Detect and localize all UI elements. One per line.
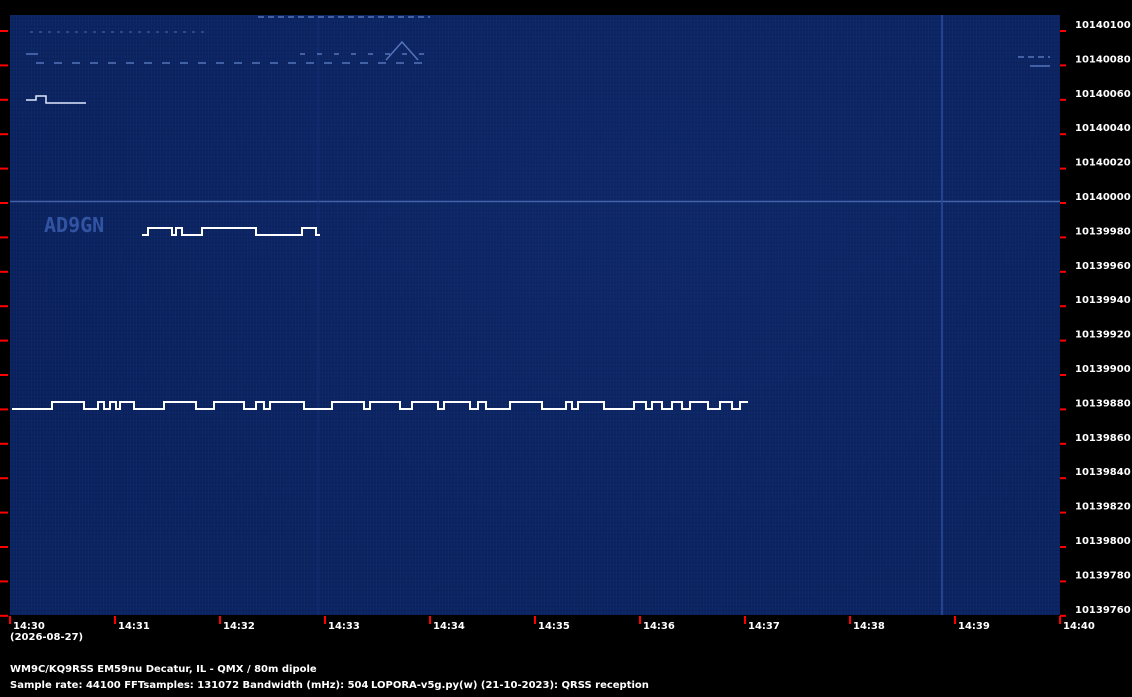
software-line: LOPORA-v5g.py(w) (21-10-2023): QRSS rece… (371, 680, 649, 691)
time-axis: 14:30 14:31 14:32 14:33 14:34 14:35 14:36 14:37… (9, 616, 1095, 632)
freq-label: 10140040 (1075, 123, 1131, 134)
time-label: 14:30 (13, 621, 45, 632)
time-label: 14:36 (643, 621, 675, 632)
freq-label: 10139780 (1075, 570, 1131, 581)
station-line: WM9C/KQ9RSS EM59nu Decatur, IL - QMX / 8… (10, 664, 317, 675)
time-label: 14:32 (223, 621, 255, 632)
freq-label: 10140020 (1075, 158, 1131, 169)
freq-label: 10139980 (1075, 226, 1131, 237)
time-label: 14:38 (853, 621, 885, 632)
upper-left-signal (26, 95, 86, 104)
freq-label: 10140080 (1075, 54, 1131, 65)
freq-label: 10139880 (1075, 398, 1131, 409)
freq-label: 10139920 (1075, 330, 1131, 341)
faint-callsign: AD9GN (44, 213, 104, 237)
time-label: 14:40 (1063, 621, 1095, 632)
freq-label: 10140000 (1075, 192, 1131, 203)
freq-label: 10139840 (1075, 467, 1131, 478)
time-label: 14:35 (538, 621, 570, 632)
time-label: 14:31 (118, 621, 150, 632)
freq-label: 10139900 (1075, 364, 1131, 375)
freq-label: 10139940 (1075, 295, 1131, 306)
time-label: 14:39 (958, 621, 990, 632)
top-faint-traces (26, 16, 1050, 67)
time-label: 14:33 (328, 621, 360, 632)
freq-label: 10139960 (1075, 261, 1131, 272)
fsk-trace (142, 227, 320, 236)
params-line: Sample rate: 44100 FFTsamples: 131072 Ba… (10, 680, 369, 691)
frequency-axis: 10140100 10140080 10140060 10140040 10140020… (0, 20, 1131, 617)
freq-label: 10140100 (1075, 20, 1131, 31)
fsk-trace (12, 401, 748, 410)
freq-label: 10139760 (1075, 605, 1131, 616)
spectrogram-overlay: AD9GN 1014010010140080101400601014004010… (0, 15, 1131, 632)
qrss-signal-upper (142, 227, 320, 236)
time-label: 14:37 (748, 621, 780, 632)
time-label: 14:34 (433, 621, 465, 632)
date-label: (2026-08-27) (10, 632, 84, 643)
freq-label: 10139800 (1075, 536, 1131, 547)
freq-label: 10139860 (1075, 433, 1131, 444)
freq-label: 10139820 (1075, 502, 1131, 513)
freq-label: 10140060 (1075, 89, 1131, 100)
qrss-signal-main (12, 401, 748, 410)
